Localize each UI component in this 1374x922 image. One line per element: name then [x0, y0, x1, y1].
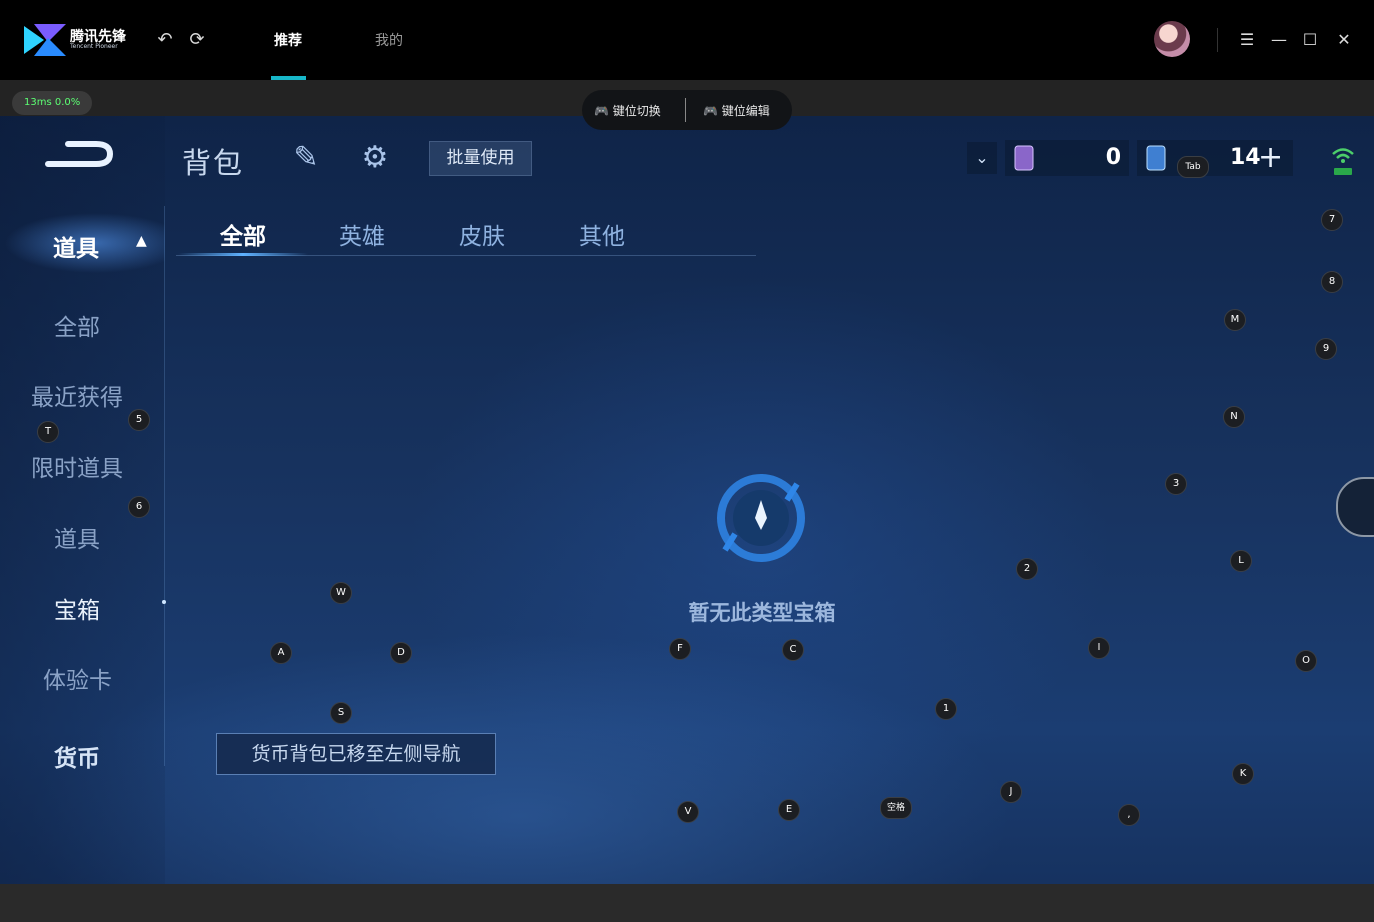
game-back-button[interactable] — [44, 138, 116, 174]
key-marker-i: I — [1088, 637, 1110, 659]
key-marker-l: L — [1230, 550, 1252, 572]
key-marker-tab: Tab — [1177, 156, 1209, 178]
key-marker-space: 空格 — [880, 797, 912, 819]
app-logo: 腾讯先锋 Tencent Pioneer — [22, 20, 132, 60]
tab-active-indicator — [178, 253, 308, 256]
tab-skin[interactable]: 皮肤 — [459, 217, 505, 251]
key-marker-o: O — [1295, 650, 1317, 672]
edit-icon[interactable]: ✎ — [288, 140, 324, 176]
gamepad-icon: 🎮 — [703, 104, 718, 118]
page-title: 背包 — [182, 146, 245, 180]
ticket-icon — [1146, 145, 1166, 171]
sidebar-divider — [164, 206, 165, 766]
maximize-icon[interactable]: ☐ — [1298, 28, 1322, 52]
battery-icon — [1334, 168, 1352, 175]
key-marker-n: N — [1223, 406, 1245, 428]
tab-recommend[interactable]: 推荐 — [274, 30, 302, 50]
tab-other[interactable]: 其他 — [579, 217, 625, 251]
key-marker-6: 6 — [128, 496, 150, 518]
sidebar-item-limited[interactable]: 限时道具 — [31, 449, 123, 483]
key-marker-e: E — [778, 799, 800, 821]
key-marker-w: W — [330, 582, 352, 604]
key-marker-comma: , — [1118, 804, 1140, 826]
key-marker-2: 2 — [1016, 558, 1038, 580]
wifi-icon — [1332, 148, 1354, 175]
minimize-icon[interactable]: — — [1267, 28, 1291, 52]
sidebar-item-trial-card[interactable]: 体验卡 — [43, 661, 112, 695]
key-marker-a: A — [270, 642, 292, 664]
batch-use-button[interactable]: 批量使用 — [429, 141, 532, 176]
currency-a: 0 — [1005, 140, 1129, 176]
game-viewport: 背包 ✎ ⚙ 批量使用 ⌄ 0 14 + 道具 ▲ 全部 最近获得 限时道具 道… — [0, 116, 1374, 884]
key-edit-button[interactable]: 🎮 键位编辑 — [703, 102, 770, 119]
key-marker-k: K — [1232, 763, 1254, 785]
floating-side-handle[interactable] — [1336, 477, 1374, 537]
tab-mine[interactable]: 我的 — [375, 30, 403, 50]
key-switch-button[interactable]: 🎮 键位切换 — [594, 102, 661, 119]
sidebar-item-chest[interactable]: 宝箱 — [54, 591, 100, 625]
key-marker-8: 8 — [1321, 271, 1343, 293]
tab-all[interactable]: 全部 — [220, 217, 266, 251]
gamepad-icon: 🎮 — [594, 104, 609, 118]
currency-moved-tooltip: 货币背包已移至左侧导航 — [216, 733, 496, 775]
menu-icon[interactable]: ☰ — [1235, 28, 1259, 52]
currency-dropdown[interactable]: ⌄ — [967, 142, 997, 174]
currency-b-value: 14 — [1230, 145, 1261, 170]
settings-gear-icon[interactable]: ⚙ — [357, 140, 393, 176]
key-marker-5: 5 — [128, 409, 150, 431]
key-marker-c: C — [782, 639, 804, 661]
key-marker-j: J — [1000, 781, 1022, 803]
key-marker-d: D — [390, 642, 412, 664]
key-marker-1: 1 — [935, 698, 957, 720]
refresh-icon[interactable]: ⟳ — [185, 28, 209, 52]
close-icon[interactable]: ✕ — [1332, 28, 1356, 52]
sidebar-item-recent[interactable]: 最近获得 — [31, 378, 123, 412]
key-marker-v: V — [677, 801, 699, 823]
tab-hero[interactable]: 英雄 — [339, 217, 385, 251]
bottom-bar — [0, 884, 1374, 922]
key-marker-3: 3 — [1165, 473, 1187, 495]
app-top-bar: 腾讯先锋 Tencent Pioneer ↶ ⟳ 推荐 我的 ☰ — ☐ ✕ — [0, 0, 1374, 80]
card-icon — [1014, 145, 1034, 171]
sidebar-header-items[interactable]: 道具 — [53, 229, 99, 263]
latency-badge: 13ms 0.0% — [12, 91, 93, 115]
key-marker-7: 7 — [1321, 209, 1343, 231]
pill-divider — [685, 98, 686, 122]
key-marker-s: S — [330, 702, 352, 724]
logo-subtext: Tencent Pioneer — [70, 43, 118, 50]
empty-state-icon — [717, 474, 805, 562]
key-mapping-pill: 🎮 键位切换 🎮 键位编辑 — [582, 90, 792, 130]
sidebar-item-props[interactable]: 道具 — [54, 520, 100, 554]
selected-dot — [162, 600, 166, 604]
back-icon[interactable]: ↶ — [153, 28, 177, 52]
key-marker-m: M — [1224, 309, 1246, 331]
sidebar-item-all[interactable]: 全部 — [54, 308, 100, 342]
key-marker-t: T — [37, 421, 59, 443]
collapse-icon[interactable]: ▲ — [136, 233, 147, 249]
divider — [1217, 28, 1218, 52]
user-avatar[interactable] — [1154, 21, 1190, 57]
add-currency-button[interactable]: + — [1258, 142, 1283, 174]
logo-icon — [24, 24, 66, 56]
currency-a-value: 0 — [1105, 145, 1121, 170]
key-marker-f: F — [669, 638, 691, 660]
key-marker-9: 9 — [1315, 338, 1337, 360]
empty-state-text: 暂无此类型宝箱 — [688, 601, 836, 625]
sidebar-item-currency[interactable]: 货币 — [54, 739, 100, 773]
